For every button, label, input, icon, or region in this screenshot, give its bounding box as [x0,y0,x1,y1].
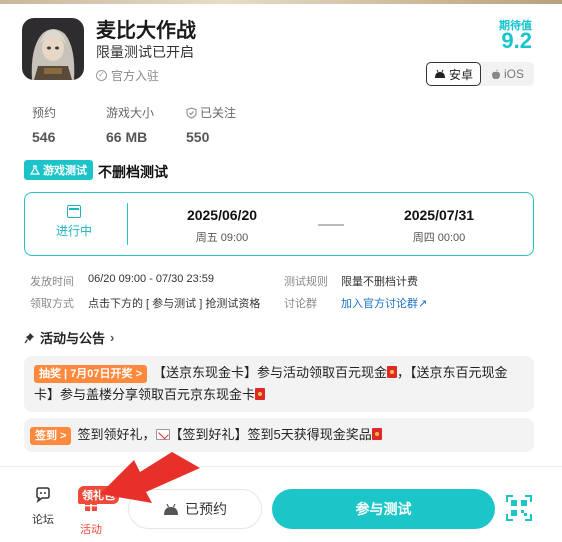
reserved-button[interactable]: 已预约 [128,489,262,529]
info-rule-value: 限量不删档计费 [341,276,418,288]
game-test-badge-label: 游戏测试 [43,165,87,177]
info-method-key: 领取方式 [30,298,74,310]
top-banner-strip [0,0,562,4]
platform-ios-label: iOS [503,67,524,81]
calendar-icon [67,205,81,218]
platform-android-label: 安卓 [448,67,473,82]
join-test-button[interactable]: 参与测试 [272,489,495,529]
game-test-badge: 游戏测试 [24,160,93,180]
stat-reservations: 预约 546 [32,104,56,145]
shield-check-icon [186,106,197,119]
check-icon: ✓ [96,70,107,81]
stat-label: 预约 [32,106,57,120]
gift-pack-badge[interactable]: 领礼包 [78,486,119,504]
chevron-right-icon: › [110,330,115,345]
game-title: 麦比大作战 [96,20,196,42]
stat-value: 546 [32,129,56,145]
info-method-value: 点击下方的 [ 参与测试 ] 抢测试资格 [88,298,261,310]
test-time-card: 进行中 2025/06/20 周五 09:00 2025/07/31 周四 00… [24,192,534,256]
activity-item-checkin[interactable]: 签到 > 签到领好礼， 【签到好礼】签到5天获得现金奖品 [24,418,534,452]
activity-item-lottery[interactable]: 抽奖 | 7月07日开奖 > 【送京东现金卡】参与活动领取百元现金 ，【送京东百元现… [24,356,534,412]
start-weekday: 周五 09:00 [195,232,249,244]
date-range-separator [318,224,344,226]
nav-forum-label: 论坛 [32,514,54,526]
test-type-label: 不删档测试 [98,164,168,180]
scan-qr-icon[interactable] [505,494,533,522]
flask-icon [30,165,40,175]
activity-text: 【送京东现金卡】参与活动领取百元现金 [153,365,388,380]
info-group-key: 讨论群 [284,298,317,310]
end-time: 2025/07/31 周四 00:00 [379,207,499,245]
red-envelope-icon [387,366,398,378]
test-status: 进行中 [53,205,95,239]
end-weekday: 周四 00:00 [412,232,466,244]
red-envelope-icon [255,388,266,400]
platform-switch: 安卓 iOS [426,62,534,86]
checkin-tag: 签到 > [30,427,72,445]
bottom-bar-divider [0,466,562,467]
official-label: 官方入驻 [111,69,160,83]
stat-label-row: 已关注 [186,104,236,121]
stat-label: 已关注 [200,106,237,120]
platform-ios-tab[interactable]: iOS [481,62,534,86]
pin-icon [24,332,34,343]
lottery-tag: 抽奖 | 7月07日开奖 > [34,365,148,383]
game-icon-avatar[interactable] [22,18,84,80]
activity-text: 【签到好礼】签到5天获得现金奖品 [169,427,372,442]
rating-value: 9.2 [501,28,532,53]
nav-forum[interactable]: 论坛 [30,486,56,527]
stat-followed[interactable]: 已关注 550 [186,104,236,145]
start-time: 2025/06/20 周五 09:00 [162,207,282,245]
stat-value: 66 MB [106,129,148,145]
info-time-value: 06/20 09:00 - 07/30 23:59 [88,273,214,285]
mail-icon [155,429,170,440]
activities-section-title: 活动与公告 [40,331,106,346]
stat-label: 游戏大小 [106,106,155,120]
red-envelope-icon [371,428,382,440]
android-icon [434,69,445,78]
info-time-key: 发放时间 [30,276,74,288]
info-rule-key: 测试规则 [284,276,328,288]
nav-activity-label: 活动 [80,524,102,536]
platform-android-tab[interactable]: 安卓 [426,62,481,86]
divider [127,203,128,245]
android-icon [164,503,178,515]
game-subtitle: 限量测试已开启 [96,44,194,60]
test-status-label: 进行中 [55,224,92,238]
start-date: 2025/06/20 [186,207,258,223]
activity-text: 签到领好礼， [77,427,156,442]
join-discussion-group-link[interactable]: 加入官方讨论群↗ [341,295,427,311]
stat-size: 游戏大小 66 MB [106,104,154,145]
reserved-button-label: 已预约 [185,501,227,517]
apple-icon [491,69,500,79]
stat-value: 550 [186,129,210,145]
end-date: 2025/07/31 [403,207,475,223]
activities-section-header[interactable]: 活动与公告 › [24,328,114,347]
chat-bubble-icon [36,487,50,504]
official-badge: ✓ 官方入驻 [96,67,159,84]
